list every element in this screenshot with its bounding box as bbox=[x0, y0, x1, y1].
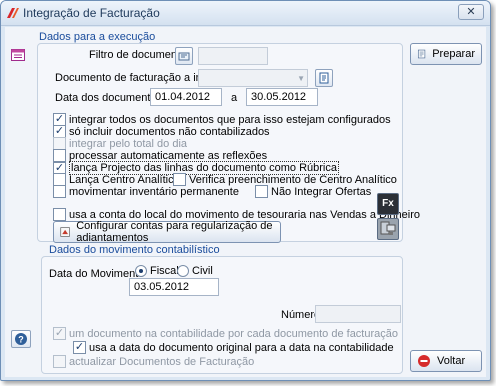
chevron-down-icon: ▼ bbox=[297, 74, 305, 83]
filtro-button[interactable] bbox=[175, 47, 193, 65]
checkbox[interactable] bbox=[53, 185, 66, 198]
layout-icon[interactable] bbox=[11, 49, 25, 61]
execution-section-label: Dados para a execução bbox=[39, 31, 156, 43]
help-icon: ? bbox=[15, 333, 27, 345]
window-title: Integração de Facturação bbox=[23, 6, 160, 20]
checkbox[interactable]: ✓ bbox=[53, 327, 66, 340]
radio-civil[interactable]: Civil bbox=[177, 265, 213, 277]
config-icon bbox=[60, 227, 70, 237]
radio-dot[interactable] bbox=[177, 265, 189, 277]
fx-button[interactable]: Fx bbox=[377, 193, 399, 215]
filter-icon bbox=[178, 52, 190, 61]
preparar-button[interactable]: Preparar bbox=[410, 43, 482, 65]
title-bar: Integração de Facturação ✕ bbox=[1, 1, 490, 26]
config-accounts-button[interactable]: Configurar contas para regularização de … bbox=[53, 220, 281, 244]
date-from-field[interactable]: 01.04.2012 bbox=[150, 88, 222, 106]
computer-button[interactable] bbox=[377, 218, 399, 240]
prepare-icon bbox=[417, 49, 426, 59]
date-label: Data dos documentos bbox=[55, 92, 163, 104]
opt-update-docs[interactable]: actualizar Documentos de Facturação bbox=[53, 355, 254, 368]
opt-use-original-date[interactable]: ✓ usa a data do documento original para a… bbox=[73, 341, 394, 354]
svg-text:?: ? bbox=[18, 335, 24, 345]
preparar-label: Preparar bbox=[432, 48, 475, 60]
dialog-body: Dados para a execução Filtro de document… bbox=[5, 27, 486, 377]
movement-section-label: Dados do movimento contabilístico bbox=[49, 244, 220, 256]
checkbox[interactable]: ✓ bbox=[73, 341, 86, 354]
opt-no-offers[interactable]: Não Integrar Ofertas bbox=[255, 185, 371, 198]
config-accounts-label: Configurar contas para regularização de … bbox=[76, 220, 273, 244]
fx-icon: Fx bbox=[382, 198, 394, 209]
stop-icon bbox=[418, 355, 430, 367]
filtro-field[interactable] bbox=[198, 47, 268, 65]
date-separator: a bbox=[231, 92, 238, 104]
movement-date-field[interactable]: 03.05.2012 bbox=[129, 278, 219, 296]
app-window: Integração de Facturação ✕ Dados para a … bbox=[0, 0, 491, 381]
radio-dot[interactable] bbox=[135, 265, 147, 277]
date-to-field[interactable]: 30.05.2012 bbox=[246, 88, 318, 106]
voltar-button[interactable]: Voltar bbox=[410, 350, 482, 372]
checkbox[interactable] bbox=[53, 355, 66, 368]
close-button[interactable]: ✕ bbox=[458, 4, 484, 20]
voltar-label: Voltar bbox=[437, 355, 466, 367]
computer-icon bbox=[380, 221, 396, 235]
doc-select[interactable]: ▼ bbox=[198, 69, 308, 87]
radio-fiscal[interactable]: Fiscal bbox=[135, 265, 179, 277]
opt-one-doc[interactable]: ✓ um documento na contabilidade por cada … bbox=[53, 327, 398, 340]
checkbox[interactable] bbox=[53, 208, 66, 221]
app-logo-icon bbox=[7, 8, 19, 18]
numero-field[interactable] bbox=[315, 305, 401, 323]
checkbox[interactable] bbox=[255, 185, 268, 198]
document-icon bbox=[319, 72, 329, 84]
close-icon: ✕ bbox=[466, 6, 476, 18]
help-button[interactable]: ? bbox=[11, 330, 31, 348]
opt-inventory[interactable]: movimentar inventário permanente bbox=[53, 185, 239, 198]
doc-browse-button[interactable] bbox=[315, 69, 333, 87]
